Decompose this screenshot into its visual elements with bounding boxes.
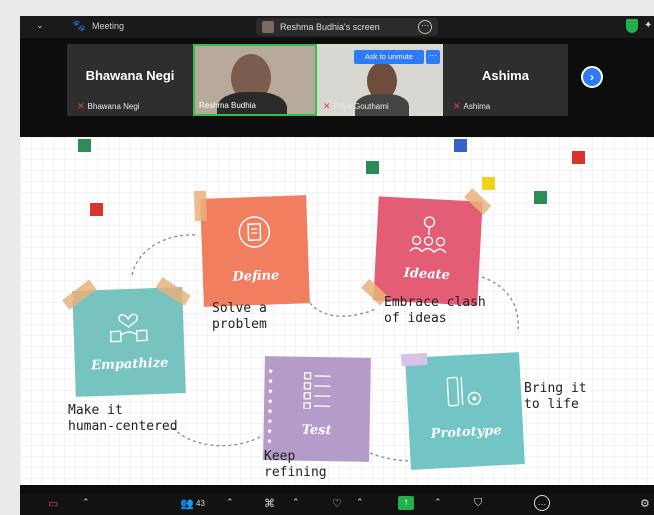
chat-icon[interactable]: ⌘ [264,497,275,510]
caption-empathize: Make it human-centered [68,403,178,434]
participant-name-label: ✕ Bhawana Negi [77,101,140,111]
muted-mic-icon: ✕ [453,101,461,111]
muted-mic-icon: ✕ [77,101,85,111]
step-card-prototype: Prototype [400,352,525,470]
participants-count: 43 [196,499,205,508]
participants-caret[interactable]: ⌃ [226,497,234,508]
participant-name-label: ✕ Priya Gouthami [323,101,389,111]
more-icon[interactable]: ✦ [644,20,652,31]
participants-icon[interactable]: 👥 [180,497,194,510]
caption-prototype: Bring it to life [524,381,587,412]
participant-big-name: Ashima [482,68,529,83]
security-icon[interactable]: ⛉ [474,497,482,510]
reactions-icon[interactable]: ♡ [332,497,342,510]
presenter-avatar [262,21,274,33]
caption-ideate: Embrace clash of ideas [384,295,486,326]
document-edit-icon [238,216,271,248]
step-card-test: Test [263,356,371,462]
ask-to-unmute-button[interactable]: Ask to unmute [354,50,424,64]
participant-name-label: Reshma Budhia [199,101,256,110]
meeting-toolbar: ▭ ⌃ 👥 43 ⌃ ⌘ ⌃ ♡ ⌃ ↑ ⌃ ⛉ … ⚙ [20,494,654,515]
define-card-fill [200,195,310,307]
stop-video-icon[interactable]: ▭ [48,497,58,510]
meeting-window: ⌄ 🐾 Meeting Reshma Budhia's screen ⋯ ✦ B… [20,16,654,515]
more-options-icon[interactable]: … [534,495,550,511]
shared-screen-slide: Define Solve a problem Ideate Embrace cl… [20,137,654,485]
share-screen-icon[interactable]: ↑ [398,496,414,510]
participant-strip: Bhawana Negi ✕ Bhawana Negi Reshma Budhia… [20,44,654,116]
card-tape [400,352,428,367]
top-bar: ⌄ 🐾 Meeting Reshma Budhia's screen ⋯ ✦ [20,16,654,38]
meeting-label[interactable]: Meeting [92,21,124,31]
step-card-define: Define [193,190,310,307]
next-participants-button[interactable]: › [581,66,603,88]
team-idea-icon [409,216,447,254]
step-card-empathize: Empathize [62,277,191,397]
ask-more-button[interactable]: ··· [426,50,440,64]
participant-big-name: Bhawana Negi [85,68,175,83]
checklist-icon [303,372,331,410]
caption-define: Solve a problem [212,301,267,332]
card-tape [193,190,207,222]
step-title-test: Test [301,422,332,439]
collapse-chevron-icon[interactable]: ⌄ [36,20,44,31]
participant-name-label: ✕ Ashima [453,101,491,111]
prototype-card-fill [405,352,525,470]
tools-gear-icon [446,376,482,407]
security-shield-icon[interactable] [626,19,638,33]
screen-share-label: Reshma Budhia's screen [280,22,380,32]
view-options-icon[interactable]: ⋯ [418,20,432,34]
meeting-icon: 🐾 [72,20,86,32]
caption-test: Keep refining [264,449,327,480]
muted-mic-icon: ✕ [323,101,331,111]
share-caret[interactable]: ⌃ [434,497,442,508]
step-card-ideate: Ideate [361,188,492,306]
participant-tile-bhawana[interactable]: Bhawana Negi ✕ Bhawana Negi [67,44,193,116]
handshake-heart-icon [109,313,148,343]
chat-caret[interactable]: ⌃ [292,497,300,508]
settings-icon[interactable]: ⚙ [640,497,650,510]
screen-share-indicator[interactable]: Reshma Budhia's screen ⋯ [256,18,438,36]
participant-tile-ashima[interactable]: Ashima ✕ Ashima [443,44,568,116]
video-options-caret[interactable]: ⌃ [82,497,90,508]
reactions-caret[interactable]: ⌃ [356,497,364,508]
participant-tile-reshma[interactable]: Reshma Budhia [193,44,317,116]
